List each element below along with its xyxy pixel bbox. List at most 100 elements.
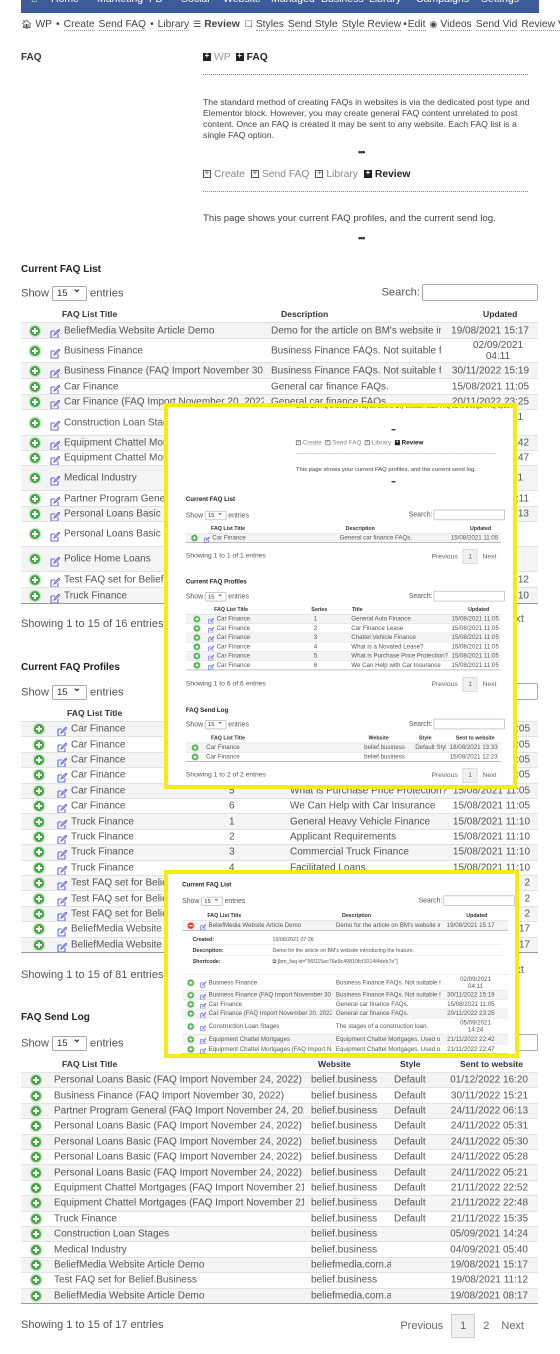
expand-row-icon[interactable] bbox=[187, 1010, 194, 1017]
expand-row-icon[interactable] bbox=[34, 770, 44, 781]
page-size-select[interactable]: 15 bbox=[201, 896, 223, 906]
page-button[interactable]: 1 bbox=[462, 768, 478, 783]
expand-row-icon[interactable] bbox=[34, 924, 44, 935]
expand-row-icon[interactable] bbox=[34, 801, 44, 812]
faq-list-title[interactable]: Business Finance (FAQ Import November 30… bbox=[209, 992, 332, 999]
column-header[interactable]: Style bbox=[400, 1059, 421, 1069]
nav-item-fb[interactable]: FB bbox=[149, 0, 162, 5]
table-row[interactable]: Truck Finance 3 Commercial Truck Finance 15… bbox=[21, 844, 538, 860]
table-row[interactable]: Personal Loans Basic (FAQ Import Novembe… bbox=[21, 1164, 538, 1180]
next-page-button[interactable]: Next bbox=[482, 681, 496, 688]
column-header[interactable]: Updated bbox=[468, 606, 489, 612]
subnav-send-faq[interactable]: Send FAQ bbox=[98, 19, 147, 31]
edit-icon[interactable] bbox=[57, 740, 68, 753]
column-header[interactable]: FAQ List Title bbox=[62, 309, 117, 319]
table-row[interactable]: Construction Loan Stages belief.business 0… bbox=[21, 1226, 538, 1242]
edit-icon[interactable] bbox=[200, 1023, 207, 1031]
edit-icon[interactable] bbox=[200, 979, 207, 988]
next-page-button[interactable]: Next bbox=[482, 772, 496, 779]
column-header[interactable]: Description bbox=[342, 912, 371, 918]
nav-item-settings[interactable]: Settings bbox=[481, 0, 519, 5]
column-header[interactable]: Title bbox=[352, 606, 363, 612]
column-header[interactable]: Description bbox=[346, 525, 375, 531]
expand-row-icon[interactable] bbox=[31, 1198, 41, 1209]
edit-icon[interactable] bbox=[50, 494, 61, 507]
faq-list-title[interactable]: Equipment Chattel Mortgages (FAQ Import … bbox=[54, 1182, 304, 1193]
subnav-videos[interactable]: Videos bbox=[440, 19, 472, 31]
faq-list-title[interactable]: Business Finance bbox=[209, 979, 332, 986]
expand-row-icon[interactable] bbox=[30, 529, 40, 539]
faq-list-title[interactable]: Car Finance bbox=[217, 625, 309, 632]
faq-list-title[interactable]: Equipment Chattel Mortgages bbox=[209, 1036, 332, 1043]
search-input[interactable] bbox=[433, 509, 506, 521]
page-size-select[interactable]: 15 bbox=[52, 683, 87, 700]
tab-send-faq[interactable]: Send FAQ bbox=[262, 169, 310, 180]
expand-row-icon[interactable] bbox=[30, 473, 40, 483]
edit-icon[interactable] bbox=[57, 924, 68, 937]
column-header[interactable]: FAQ List Title bbox=[67, 708, 122, 718]
edit-icon[interactable] bbox=[208, 635, 215, 643]
expand-row-icon[interactable] bbox=[187, 992, 194, 999]
faq-list-title[interactable]: Car Finance bbox=[206, 744, 360, 751]
edit-icon[interactable] bbox=[200, 1036, 207, 1044]
expand-row-icon[interactable] bbox=[30, 590, 40, 601]
table-row[interactable]: BeliefMedia Website Article Demo beliefme… bbox=[21, 1287, 538, 1303]
faq-list-title[interactable]: Personal Loans Basic (FAQ Import Novembe… bbox=[54, 1152, 304, 1163]
expand-row-icon[interactable] bbox=[193, 625, 200, 632]
expand-row-icon[interactable] bbox=[30, 365, 40, 376]
expand-row-icon[interactable] bbox=[31, 1121, 41, 1132]
faq-list-title[interactable]: Personal Loans Basic (FAQ Import Novembe… bbox=[54, 1167, 304, 1178]
edit-icon[interactable] bbox=[50, 473, 61, 486]
expand-row-icon[interactable] bbox=[31, 1213, 41, 1224]
faq-list-title[interactable]: Personal Loans Basic (FAQ Import Novembe… bbox=[54, 1121, 304, 1132]
edit-icon[interactable] bbox=[57, 909, 68, 922]
expand-row-icon[interactable] bbox=[34, 739, 44, 750]
faq-list-title[interactable]: Construction Loan Stages bbox=[209, 1023, 332, 1030]
expand-row-icon[interactable] bbox=[34, 939, 44, 950]
expand-row-icon[interactable] bbox=[34, 831, 44, 842]
column-header[interactable]: Sent to website bbox=[456, 735, 495, 741]
column-header[interactable]: FAQ List Title bbox=[62, 1059, 117, 1069]
edit-icon[interactable] bbox=[50, 397, 61, 410]
edit-icon[interactable] bbox=[57, 786, 68, 799]
column-header[interactable]: Updated bbox=[483, 309, 517, 319]
expand-row-icon[interactable] bbox=[34, 862, 44, 873]
expand-row-icon[interactable] bbox=[31, 1244, 41, 1255]
edit-icon[interactable] bbox=[203, 535, 211, 543]
column-header[interactable]: Updated bbox=[470, 525, 491, 531]
table-row[interactable]: Medical Industry belief.business 04/09/202… bbox=[21, 1241, 538, 1256]
expand-row-icon[interactable] bbox=[30, 345, 40, 356]
page-button[interactable]: 2 bbox=[483, 1320, 489, 1332]
faq-list-title[interactable]: Personal Loans Basic (FAQ Import Novembe… bbox=[54, 1075, 304, 1086]
expand-row-icon[interactable] bbox=[34, 847, 44, 858]
column-header[interactable]: Updated bbox=[466, 912, 487, 918]
column-header[interactable]: FAQ List Title bbox=[211, 735, 245, 741]
edit-icon[interactable] bbox=[208, 616, 215, 624]
subnav-library[interactable]: Library bbox=[157, 19, 190, 31]
table-row[interactable]: Car Finance 6 We Can Help with Car Insuran… bbox=[185, 660, 501, 670]
table-row[interactable]: Personal Loans Basic (FAQ Import Novembe… bbox=[21, 1149, 538, 1164]
faq-list-title[interactable]: Truck Finance bbox=[71, 831, 221, 842]
table-row[interactable]: Equipment Chattel MortgagesEquipment Cha… bbox=[182, 1033, 509, 1044]
table-row[interactable]: Car Finance 3 Chattel Vehicle Finance 15/08… bbox=[185, 632, 501, 643]
edit-icon[interactable] bbox=[50, 366, 61, 379]
faq-list-title[interactable]: Business Finance (FAQ Import November 30… bbox=[54, 1090, 304, 1101]
subnav-create[interactable]: Create bbox=[63, 19, 95, 31]
table-row[interactable]: Car Finance 4 What is a Novated Lease? 15/0… bbox=[185, 641, 501, 652]
faq-list-title[interactable]: Car Finance bbox=[209, 1001, 332, 1008]
faq-list-title[interactable]: Car Finance bbox=[212, 535, 335, 542]
faq-list-title[interactable]: Construction Loan Stages bbox=[54, 1229, 304, 1240]
edit-icon[interactable] bbox=[200, 1011, 207, 1019]
nav-item-managed[interactable]: Managed bbox=[271, 0, 315, 5]
search-input[interactable] bbox=[443, 895, 515, 906]
expand-row-icon[interactable] bbox=[187, 1036, 194, 1043]
column-header[interactable]: Series bbox=[311, 606, 327, 612]
page-size-select[interactable]: 15 bbox=[204, 719, 227, 730]
table-row[interactable]: Car Finance belief.business Default Style1… bbox=[185, 742, 501, 753]
previous-page-button[interactable]: Previous bbox=[431, 553, 457, 560]
edit-icon[interactable] bbox=[57, 847, 68, 860]
expand-row-icon[interactable] bbox=[34, 724, 44, 735]
expand-row-icon[interactable] bbox=[31, 1290, 41, 1301]
search-input[interactable] bbox=[433, 718, 506, 730]
page-button[interactable]: 1 bbox=[462, 549, 478, 564]
